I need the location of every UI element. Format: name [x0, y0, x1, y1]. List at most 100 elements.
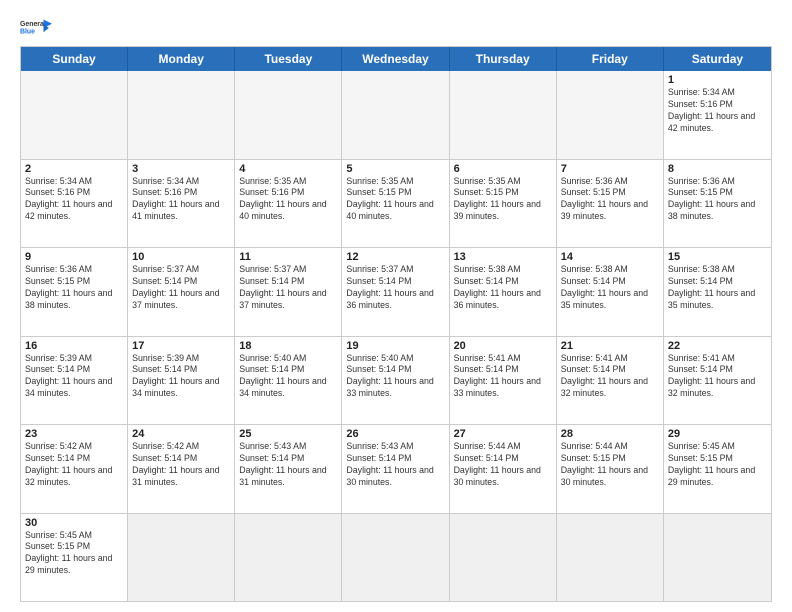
calendar-row: 30Sunrise: 5:45 AMSunset: 5:15 PMDayligh…: [21, 513, 771, 602]
sun-info: Sunrise: 5:39 AMSunset: 5:14 PMDaylight:…: [132, 353, 230, 401]
day-number: 25: [239, 428, 337, 440]
day-number: 21: [561, 340, 659, 352]
calendar-row: 23Sunrise: 5:42 AMSunset: 5:14 PMDayligh…: [21, 424, 771, 513]
sun-info: Sunrise: 5:41 AMSunset: 5:14 PMDaylight:…: [454, 353, 552, 401]
sun-info: Sunrise: 5:38 AMSunset: 5:14 PMDaylight:…: [454, 264, 552, 312]
day-number: 15: [668, 251, 767, 263]
day-cell: 7Sunrise: 5:36 AMSunset: 5:15 PMDaylight…: [557, 160, 664, 248]
weekday-header: Wednesday: [342, 47, 449, 71]
day-number: 8: [668, 163, 767, 175]
day-cell: 21Sunrise: 5:41 AMSunset: 5:14 PMDayligh…: [557, 337, 664, 425]
sun-info: Sunrise: 5:40 AMSunset: 5:14 PMDaylight:…: [346, 353, 444, 401]
day-cell: 6Sunrise: 5:35 AMSunset: 5:15 PMDaylight…: [450, 160, 557, 248]
day-number: 26: [346, 428, 444, 440]
sun-info: Sunrise: 5:44 AMSunset: 5:14 PMDaylight:…: [454, 441, 552, 489]
day-cell: 9Sunrise: 5:36 AMSunset: 5:15 PMDaylight…: [21, 248, 128, 336]
empty-cell: [664, 514, 771, 602]
day-number: 30: [25, 517, 123, 529]
sun-info: Sunrise: 5:38 AMSunset: 5:14 PMDaylight:…: [668, 264, 767, 312]
sun-info: Sunrise: 5:43 AMSunset: 5:14 PMDaylight:…: [239, 441, 337, 489]
day-number: 13: [454, 251, 552, 263]
sun-info: Sunrise: 5:42 AMSunset: 5:14 PMDaylight:…: [132, 441, 230, 489]
day-cell: 15Sunrise: 5:38 AMSunset: 5:14 PMDayligh…: [664, 248, 771, 336]
day-cell: 3Sunrise: 5:34 AMSunset: 5:16 PMDaylight…: [128, 160, 235, 248]
empty-cell: [235, 514, 342, 602]
day-cell: 8Sunrise: 5:36 AMSunset: 5:15 PMDaylight…: [664, 160, 771, 248]
day-cell: 5Sunrise: 5:35 AMSunset: 5:15 PMDaylight…: [342, 160, 449, 248]
weekday-header: Tuesday: [235, 47, 342, 71]
empty-cell: [128, 514, 235, 602]
logo-icon: General Blue: [20, 18, 52, 38]
weekday-header: Sunday: [21, 47, 128, 71]
sun-info: Sunrise: 5:37 AMSunset: 5:14 PMDaylight:…: [346, 264, 444, 312]
day-cell: 19Sunrise: 5:40 AMSunset: 5:14 PMDayligh…: [342, 337, 449, 425]
day-number: 17: [132, 340, 230, 352]
sun-info: Sunrise: 5:35 AMSunset: 5:15 PMDaylight:…: [454, 176, 552, 224]
page: General Blue SundayMondayTuesdayWednesda…: [0, 0, 792, 612]
sun-info: Sunrise: 5:39 AMSunset: 5:14 PMDaylight:…: [25, 353, 123, 401]
empty-cell: [557, 514, 664, 602]
day-cell: 22Sunrise: 5:41 AMSunset: 5:14 PMDayligh…: [664, 337, 771, 425]
calendar: SundayMondayTuesdayWednesdayThursdayFrid…: [20, 46, 772, 602]
day-cell: 28Sunrise: 5:44 AMSunset: 5:15 PMDayligh…: [557, 425, 664, 513]
day-number: 14: [561, 251, 659, 263]
sun-info: Sunrise: 5:40 AMSunset: 5:14 PMDaylight:…: [239, 353, 337, 401]
svg-text:Blue: Blue: [20, 28, 35, 35]
day-cell: 1Sunrise: 5:34 AMSunset: 5:16 PMDaylight…: [664, 71, 771, 159]
sun-info: Sunrise: 5:34 AMSunset: 5:16 PMDaylight:…: [25, 176, 123, 224]
calendar-row: 16Sunrise: 5:39 AMSunset: 5:14 PMDayligh…: [21, 336, 771, 425]
day-cell: 10Sunrise: 5:37 AMSunset: 5:14 PMDayligh…: [128, 248, 235, 336]
sun-info: Sunrise: 5:35 AMSunset: 5:15 PMDaylight:…: [346, 176, 444, 224]
day-cell: 14Sunrise: 5:38 AMSunset: 5:14 PMDayligh…: [557, 248, 664, 336]
day-cell: 16Sunrise: 5:39 AMSunset: 5:14 PMDayligh…: [21, 337, 128, 425]
day-cell: 20Sunrise: 5:41 AMSunset: 5:14 PMDayligh…: [450, 337, 557, 425]
sun-info: Sunrise: 5:36 AMSunset: 5:15 PMDaylight:…: [25, 264, 123, 312]
day-number: 28: [561, 428, 659, 440]
sun-info: Sunrise: 5:41 AMSunset: 5:14 PMDaylight:…: [668, 353, 767, 401]
sun-info: Sunrise: 5:36 AMSunset: 5:15 PMDaylight:…: [668, 176, 767, 224]
calendar-row: 9Sunrise: 5:36 AMSunset: 5:15 PMDaylight…: [21, 247, 771, 336]
sun-info: Sunrise: 5:38 AMSunset: 5:14 PMDaylight:…: [561, 264, 659, 312]
day-number: 3: [132, 163, 230, 175]
sun-info: Sunrise: 5:43 AMSunset: 5:14 PMDaylight:…: [346, 441, 444, 489]
empty-cell: [342, 71, 449, 159]
day-number: 12: [346, 251, 444, 263]
day-cell: 29Sunrise: 5:45 AMSunset: 5:15 PMDayligh…: [664, 425, 771, 513]
sun-info: Sunrise: 5:34 AMSunset: 5:16 PMDaylight:…: [132, 176, 230, 224]
day-cell: 24Sunrise: 5:42 AMSunset: 5:14 PMDayligh…: [128, 425, 235, 513]
day-cell: 25Sunrise: 5:43 AMSunset: 5:14 PMDayligh…: [235, 425, 342, 513]
day-number: 4: [239, 163, 337, 175]
sun-info: Sunrise: 5:42 AMSunset: 5:14 PMDaylight:…: [25, 441, 123, 489]
day-cell: 13Sunrise: 5:38 AMSunset: 5:14 PMDayligh…: [450, 248, 557, 336]
sun-info: Sunrise: 5:44 AMSunset: 5:15 PMDaylight:…: [561, 441, 659, 489]
day-number: 1: [668, 74, 767, 86]
day-cell: 11Sunrise: 5:37 AMSunset: 5:14 PMDayligh…: [235, 248, 342, 336]
sun-info: Sunrise: 5:35 AMSunset: 5:16 PMDaylight:…: [239, 176, 337, 224]
day-number: 16: [25, 340, 123, 352]
day-number: 5: [346, 163, 444, 175]
weekday-header: Thursday: [450, 47, 557, 71]
day-number: 20: [454, 340, 552, 352]
sun-info: Sunrise: 5:45 AMSunset: 5:15 PMDaylight:…: [25, 530, 123, 578]
empty-cell: [450, 514, 557, 602]
day-number: 23: [25, 428, 123, 440]
sun-info: Sunrise: 5:37 AMSunset: 5:14 PMDaylight:…: [132, 264, 230, 312]
day-number: 10: [132, 251, 230, 263]
day-number: 11: [239, 251, 337, 263]
day-cell: 12Sunrise: 5:37 AMSunset: 5:14 PMDayligh…: [342, 248, 449, 336]
day-number: 24: [132, 428, 230, 440]
empty-cell: [557, 71, 664, 159]
day-number: 6: [454, 163, 552, 175]
sun-info: Sunrise: 5:37 AMSunset: 5:14 PMDaylight:…: [239, 264, 337, 312]
day-cell: 18Sunrise: 5:40 AMSunset: 5:14 PMDayligh…: [235, 337, 342, 425]
day-number: 2: [25, 163, 123, 175]
calendar-body: 1Sunrise: 5:34 AMSunset: 5:16 PMDaylight…: [21, 71, 771, 601]
empty-cell: [235, 71, 342, 159]
day-cell: 17Sunrise: 5:39 AMSunset: 5:14 PMDayligh…: [128, 337, 235, 425]
sun-info: Sunrise: 5:34 AMSunset: 5:16 PMDaylight:…: [668, 87, 767, 135]
empty-cell: [21, 71, 128, 159]
day-number: 18: [239, 340, 337, 352]
day-number: 19: [346, 340, 444, 352]
day-cell: 30Sunrise: 5:45 AMSunset: 5:15 PMDayligh…: [21, 514, 128, 602]
day-cell: 23Sunrise: 5:42 AMSunset: 5:14 PMDayligh…: [21, 425, 128, 513]
